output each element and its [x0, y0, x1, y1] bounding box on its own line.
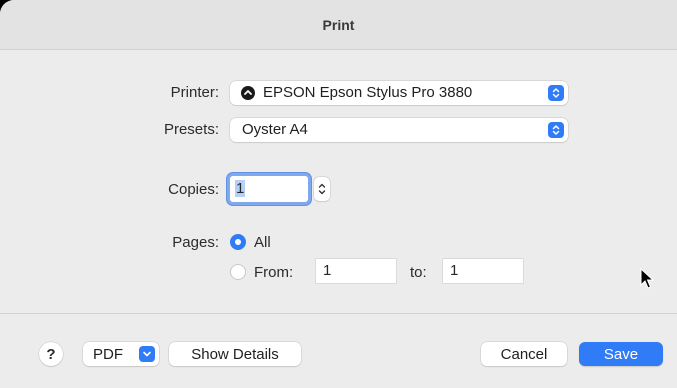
pdf-menu-button[interactable]: PDF [83, 342, 159, 366]
pdf-label: PDF [93, 345, 123, 363]
save-label: Save [603, 345, 639, 363]
up-down-chevron-icon [318, 183, 326, 195]
presets-label: Presets: [163, 121, 219, 138]
cancel-label: Cancel [500, 345, 548, 363]
pages-to-label: to: [410, 264, 427, 281]
help-label: ? [46, 345, 56, 363]
copies-field[interactable]: 1 [230, 176, 308, 202]
presets-value: Oyster A4 [242, 121, 308, 138]
title-bar: Print [0, 0, 677, 50]
show-details-button[interactable]: Show Details [169, 342, 301, 366]
cancel-button[interactable]: Cancel [481, 342, 567, 366]
pages-to-value: 1 [450, 262, 459, 279]
pages-from-value: 1 [323, 262, 332, 279]
up-down-chevron-icon [548, 85, 564, 101]
printer-value: EPSON Epson Stylus Pro 3880 [263, 84, 473, 101]
up-down-chevron-icon [548, 122, 564, 138]
pages-all-radio[interactable] [230, 234, 246, 250]
pages-label: Pages: [172, 234, 219, 251]
printer-popup[interactable]: EPSON Epson Stylus Pro 3880 [230, 81, 568, 105]
show-details-label: Show Details [191, 345, 279, 363]
pages-from-field[interactable]: 1 [316, 259, 396, 283]
help-button[interactable]: ? [39, 342, 63, 366]
save-button[interactable]: Save [579, 342, 663, 366]
printer-status-icon [241, 86, 255, 100]
presets-popup[interactable]: Oyster A4 [230, 118, 568, 142]
copies-label: Copies: [168, 181, 219, 198]
copies-stepper[interactable] [314, 177, 330, 201]
mouse-pointer-icon [640, 268, 654, 289]
dialog-title: Print [322, 16, 355, 33]
pages-from-label: From: [254, 264, 294, 281]
print-dialog: Print Printer: EPSON Epson Stylus Pro 38… [0, 0, 677, 388]
pages-all-label: All [254, 234, 271, 251]
printer-label: Printer: [170, 84, 219, 101]
copies-value: 1 [235, 180, 246, 197]
pages-from-radio[interactable] [230, 264, 246, 280]
pages-to-field[interactable]: 1 [443, 259, 523, 283]
chevron-down-icon [139, 346, 155, 362]
footer-divider [0, 313, 677, 314]
